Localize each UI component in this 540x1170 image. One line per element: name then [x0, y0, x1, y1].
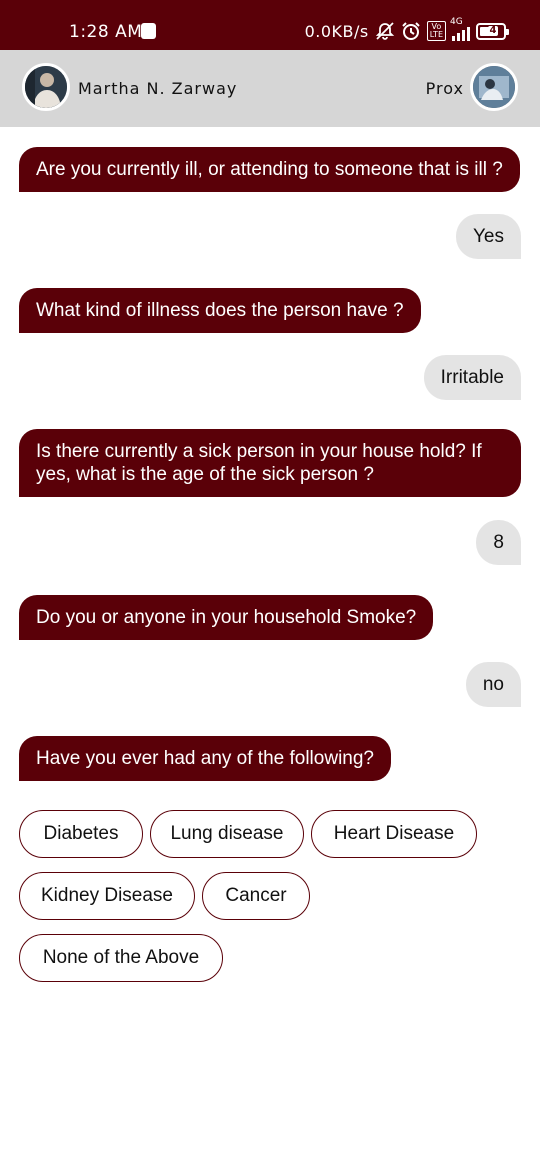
option-chip-cancer[interactable]: Cancer	[202, 872, 310, 920]
bot-message: Do you or anyone in your household Smoke…	[19, 595, 434, 640]
user-message: Yes	[456, 214, 521, 259]
status-icons: 0.0KB/s Vo LTE 4G 4	[304, 17, 509, 44]
option-chip-none[interactable]: None of the Above	[19, 934, 223, 982]
status-bar: 1:28 AM 0.0KB/s Vo LTE 4G 4	[0, 0, 540, 50]
bot-message: What kind of illness does the person hav…	[19, 288, 421, 333]
bot-avatar[interactable]	[470, 63, 518, 111]
bot-message: Have you ever had any of the following?	[19, 736, 391, 781]
bot-message: Are you currently ill, or attending to s…	[19, 147, 520, 192]
user-name: Martha N. Zarway	[78, 79, 238, 98]
option-chip-kidney-disease[interactable]: Kidney Disease	[19, 872, 195, 920]
option-chip-heart-disease[interactable]: Heart Disease	[311, 810, 477, 858]
battery-icon: 4	[476, 22, 509, 40]
volte-icon: Vo LTE	[426, 21, 446, 41]
alarm-icon	[401, 21, 421, 41]
signal-icon: 4G	[450, 17, 470, 41]
user-avatar[interactable]	[22, 63, 70, 111]
mute-icon	[375, 21, 395, 41]
option-chip-diabetes[interactable]: Diabetes	[19, 810, 143, 858]
user-message: Irritable	[423, 355, 521, 400]
user-message: 8	[476, 520, 521, 565]
network-type: 4G	[450, 17, 463, 27]
bot-message: Is there currently a sick person in your…	[19, 429, 521, 497]
battery-level: 4	[487, 25, 499, 36]
network-speed: 0.0KB/s	[304, 21, 369, 41]
chat-header: Martha N. Zarway Prox	[0, 50, 540, 127]
option-chip-lung-disease[interactable]: Lung disease	[150, 810, 304, 858]
notification-icon	[141, 23, 156, 39]
status-time: 1:28 AM	[69, 22, 143, 42]
volte-bottom-label: LTE	[429, 30, 443, 39]
user-message: no	[465, 662, 521, 707]
bot-name: Prox	[425, 79, 464, 98]
